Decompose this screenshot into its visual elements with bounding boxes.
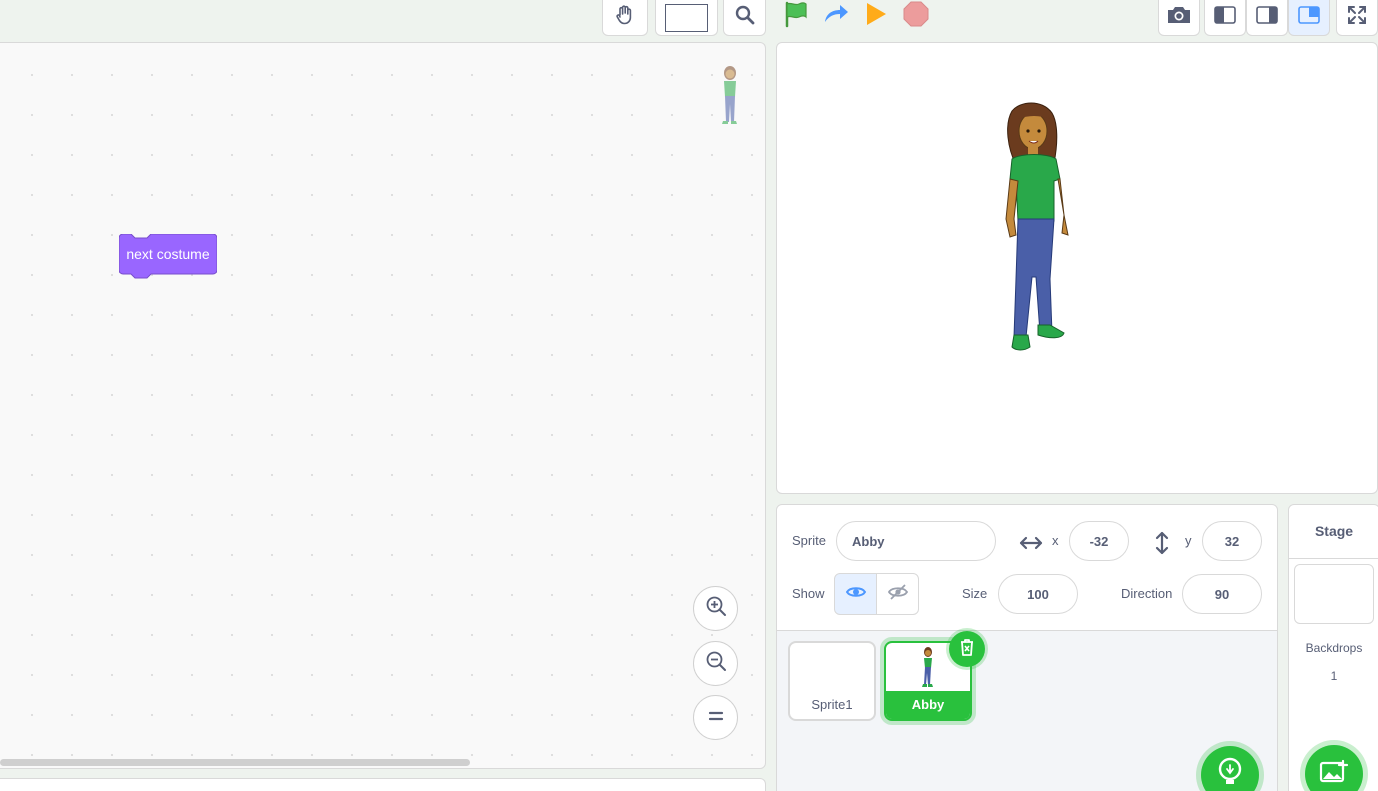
hand-icon <box>613 3 637 32</box>
camera-button[interactable] <box>1158 0 1200 36</box>
x-field[interactable]: -32 <box>1069 521 1129 561</box>
show-label: Show <box>792 586 825 601</box>
green-flag-button[interactable] <box>780 0 812 32</box>
y-field[interactable]: 32 <box>1202 521 1262 561</box>
show-visible-button[interactable] <box>834 573 877 615</box>
sprite-pane: Sprite Abby x -32 y 32 Show Size 100 Dir… <box>776 504 1278 791</box>
sprite-tile-label: Abby <box>886 691 970 719</box>
backpack-header[interactable] <box>0 778 766 791</box>
normal-stage-button[interactable] <box>1246 0 1288 36</box>
eye-hidden-icon <box>887 583 908 605</box>
redo-button[interactable] <box>820 0 852 32</box>
small-stage-icon <box>1214 6 1236 29</box>
stage-thumbnail[interactable] <box>1294 564 1374 624</box>
stage-canvas[interactable] <box>776 42 1378 494</box>
delete-sprite-button[interactable] <box>949 631 985 667</box>
block-label: next costume <box>126 246 210 262</box>
choose-backdrop-button[interactable] <box>1305 745 1363 791</box>
code-workspace[interactable]: next costume <box>0 42 766 769</box>
choose-sprite-button[interactable] <box>1201 746 1259 791</box>
abby-thumbnail <box>919 647 937 694</box>
eye-icon <box>845 585 866 604</box>
horizontal-scrollbar[interactable] <box>0 759 470 766</box>
stage-title: Stage <box>1314 523 1354 539</box>
search-button[interactable] <box>723 0 766 36</box>
sprite-tile-label: Sprite1 <box>811 697 853 712</box>
zoom-reset-button[interactable] <box>693 695 738 740</box>
search-icon <box>734 4 756 31</box>
choose-backdrop-icon <box>1319 759 1349 790</box>
vertical-arrows-icon <box>1154 531 1170 560</box>
camera-icon <box>1166 4 1192 31</box>
sprite-label: Sprite <box>792 533 826 548</box>
next-costume-block[interactable]: next costume <box>119 234 217 279</box>
stop-icon <box>902 0 930 33</box>
x-label: x <box>1052 533 1059 548</box>
backdrops-label: Backdrops <box>1305 641 1363 655</box>
sprite-info: Sprite Abby x -32 y 32 Show Size 100 Dir… <box>777 505 1277 631</box>
choose-sprite-icon <box>1215 756 1245 791</box>
normal-stage-icon <box>1256 6 1278 29</box>
trash-icon <box>959 638 975 661</box>
y-label: y <box>1185 533 1192 548</box>
zoom-out-button[interactable] <box>693 641 738 686</box>
stop-button[interactable] <box>900 0 932 32</box>
large-stage-button[interactable] <box>1288 0 1330 36</box>
sprite-abby[interactable] <box>992 99 1082 364</box>
show-hidden-button[interactable] <box>876 573 919 615</box>
sprite-tile-sprite1[interactable]: Sprite1 <box>788 641 876 721</box>
stage-header: Stage <box>1289 505 1378 559</box>
sprite-name-field[interactable]: Abby <box>836 521 996 561</box>
play-icon <box>864 0 888 33</box>
backdrops-count: 1 <box>1330 669 1338 683</box>
play-button[interactable] <box>862 0 890 32</box>
stage-target-panel[interactable]: Stage Backdrops 1 <box>1288 504 1378 791</box>
small-stage-button[interactable] <box>1204 0 1246 36</box>
size-field[interactable]: 100 <box>998 574 1078 614</box>
color-picker-button[interactable] <box>655 0 718 36</box>
sprite-watermark <box>716 65 744 134</box>
hand-tool-button[interactable] <box>602 0 648 36</box>
zoom-in-icon <box>705 595 727 622</box>
horizontal-arrows-icon <box>1019 535 1043 556</box>
color-swatch <box>665 3 708 32</box>
large-stage-icon <box>1298 6 1320 29</box>
direction-label: Direction <box>1121 586 1173 601</box>
equals-icon <box>708 709 724 727</box>
fullscreen-icon <box>1347 5 1367 30</box>
fullscreen-button[interactable] <box>1336 0 1378 36</box>
green-flag-icon <box>782 0 810 33</box>
zoom-in-button[interactable] <box>693 586 738 631</box>
direction-field[interactable]: 90 <box>1182 574 1262 614</box>
zoom-out-icon <box>705 650 727 677</box>
size-label: Size <box>962 586 988 601</box>
sprite-list: Sprite1 Abby <box>777 631 1277 791</box>
redo-icon <box>822 0 850 33</box>
